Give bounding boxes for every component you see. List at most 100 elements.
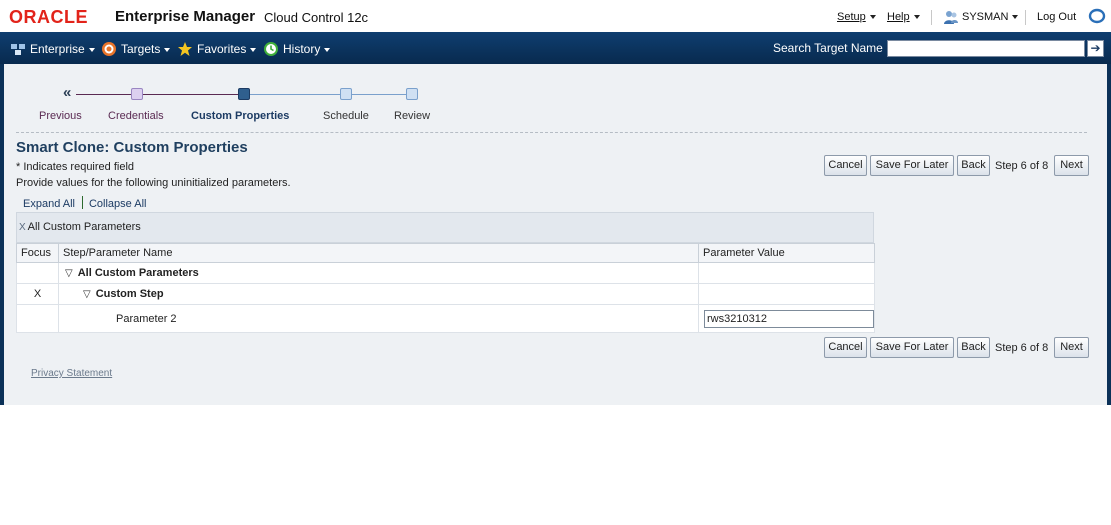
focus-cell xyxy=(16,304,59,333)
name-cell: Parameter 2 xyxy=(58,304,699,333)
history-icon xyxy=(264,42,278,56)
chevron-down-icon xyxy=(88,47,95,52)
train-step-schedule: Schedule xyxy=(323,110,369,122)
column-header-value[interactable]: Parameter Value xyxy=(698,243,875,263)
user-menu[interactable]: SYSMAN xyxy=(962,11,1019,24)
train-step-credentials[interactable]: Credentials xyxy=(108,110,164,123)
table-row: Parameter 2 xyxy=(16,304,875,333)
logout-link[interactable]: Log Out xyxy=(1037,11,1076,24)
chevron-down-icon xyxy=(250,47,257,52)
train-node-schedule xyxy=(340,88,352,100)
step-indicator: Step 6 of 8 xyxy=(995,160,1049,172)
focus-x-icon[interactable]: X xyxy=(19,222,26,233)
row-name: All Custom Parameters xyxy=(77,267,199,279)
star-icon xyxy=(178,42,192,56)
separator xyxy=(16,132,1087,133)
user-icon xyxy=(944,11,958,24)
train-node-custom-properties xyxy=(238,88,250,100)
train-step-review: Review xyxy=(394,110,431,122)
enterprise-icon xyxy=(11,44,25,55)
oracle-logo: ORACLE xyxy=(9,7,88,27)
nav-enterprise-label: Enterprise xyxy=(30,42,85,56)
train-previous-link[interactable]: Previous xyxy=(39,110,82,123)
nav-favorites-label: Favorites xyxy=(197,42,247,56)
chevron-down-icon xyxy=(324,47,331,52)
expand-all-link[interactable]: Expand All xyxy=(23,198,75,210)
nav-favorites[interactable]: Favorites xyxy=(177,41,257,57)
chevron-down-icon xyxy=(164,47,171,52)
value-cell xyxy=(698,304,875,333)
divider xyxy=(1025,10,1026,25)
triangle-down-icon[interactable]: ▽ xyxy=(83,289,91,300)
divider xyxy=(81,196,83,209)
breadcrumb-label: All Custom Parameters xyxy=(27,221,141,233)
train-connector xyxy=(244,94,346,95)
row-name: Custom Step xyxy=(95,288,164,300)
focus-cell[interactable]: X xyxy=(16,283,59,305)
double-left-arrow-icon[interactable]: « xyxy=(63,85,71,101)
focus-cell xyxy=(16,262,59,284)
name-cell: ▽ Custom Step xyxy=(58,283,699,305)
search-label: Search Target Name xyxy=(773,41,883,55)
train-connector xyxy=(76,94,137,95)
search-target-type-menu[interactable]: Search Target Name xyxy=(773,41,893,55)
help-label: Help xyxy=(887,11,910,23)
targets-icon xyxy=(102,42,116,56)
step-indicator: Step 6 of 8 xyxy=(995,342,1049,354)
frame-border-right xyxy=(1107,64,1111,405)
nav-history[interactable]: History xyxy=(263,41,331,57)
chevron-down-icon xyxy=(1012,15,1019,20)
row-name: Parameter 2 xyxy=(116,312,177,325)
setup-label: Setup xyxy=(837,11,866,23)
product-edition: Cloud Control 12c xyxy=(264,10,369,25)
privacy-statement-link[interactable]: Privacy Statement xyxy=(31,368,112,380)
instructions-text: Provide values for the following uniniti… xyxy=(16,177,291,189)
cancel-button[interactable]: Cancel xyxy=(824,337,867,358)
train-connector xyxy=(142,94,244,95)
setup-menu[interactable]: Setup xyxy=(837,11,876,24)
value-cell xyxy=(698,262,875,284)
collapse-all-link[interactable]: Collapse All xyxy=(89,198,146,210)
user-name: SYSMAN xyxy=(962,11,1009,23)
parameter-value-input[interactable] xyxy=(704,309,874,328)
product-name: Enterprise Manager xyxy=(115,8,256,25)
back-button[interactable]: Back xyxy=(957,155,990,176)
next-button[interactable]: Next xyxy=(1054,155,1089,176)
chevron-down-icon xyxy=(869,15,876,20)
value-cell xyxy=(698,283,875,305)
help-menu[interactable]: Help xyxy=(887,11,920,24)
save-for-later-button[interactable]: Save For Later xyxy=(870,155,954,176)
chevron-down-icon xyxy=(913,15,920,20)
table-row: ▽ All Custom Parameters xyxy=(16,262,875,284)
table-row: X ▽ Custom Step xyxy=(16,283,875,305)
arrow-right-icon: ➔ xyxy=(1090,41,1101,55)
next-button[interactable]: Next xyxy=(1054,337,1089,358)
nav-history-label: History xyxy=(283,42,321,56)
branding-bar: ORACLE Enterprise Manager Cloud Control … xyxy=(0,0,1111,32)
focus-breadcrumb: X All Custom Parameters xyxy=(16,212,874,243)
back-button[interactable]: Back xyxy=(957,337,990,358)
global-nav-bar: Enterprise Targets Favorites History Sea… xyxy=(0,32,1111,64)
triangle-down-icon[interactable]: ▽ xyxy=(65,268,73,279)
column-header-focus[interactable]: Focus xyxy=(16,243,59,263)
train-step-custom-properties: Custom Properties xyxy=(191,110,290,122)
train-connector xyxy=(346,94,411,95)
cancel-button[interactable]: Cancel xyxy=(824,155,867,176)
save-for-later-button[interactable]: Save For Later xyxy=(870,337,954,358)
train-node-review xyxy=(406,88,418,100)
search-target-input[interactable] xyxy=(887,40,1085,57)
custom-parameters-tree-table: X All Custom Parameters Focus Step/Parame… xyxy=(16,212,875,333)
search-go-button[interactable]: ➔ xyxy=(1087,40,1104,57)
required-field-note: * Indicates required field xyxy=(16,161,135,173)
page-title: Smart Clone: Custom Properties xyxy=(16,139,248,156)
nav-targets[interactable]: Targets xyxy=(101,41,171,57)
parameters-table: Focus Step/Parameter Name Parameter Valu… xyxy=(16,243,875,333)
column-header-name[interactable]: Step/Parameter Name xyxy=(58,243,699,263)
nav-enterprise[interactable]: Enterprise xyxy=(10,41,95,57)
expand-collapse-links: Expand All Collapse All xyxy=(23,196,146,211)
train-node-credentials[interactable] xyxy=(131,88,143,100)
name-cell: ▽ All Custom Parameters xyxy=(58,262,699,284)
logout-globe-icon[interactable] xyxy=(1087,6,1107,26)
nav-targets-label: Targets xyxy=(121,42,161,56)
divider xyxy=(931,10,932,25)
